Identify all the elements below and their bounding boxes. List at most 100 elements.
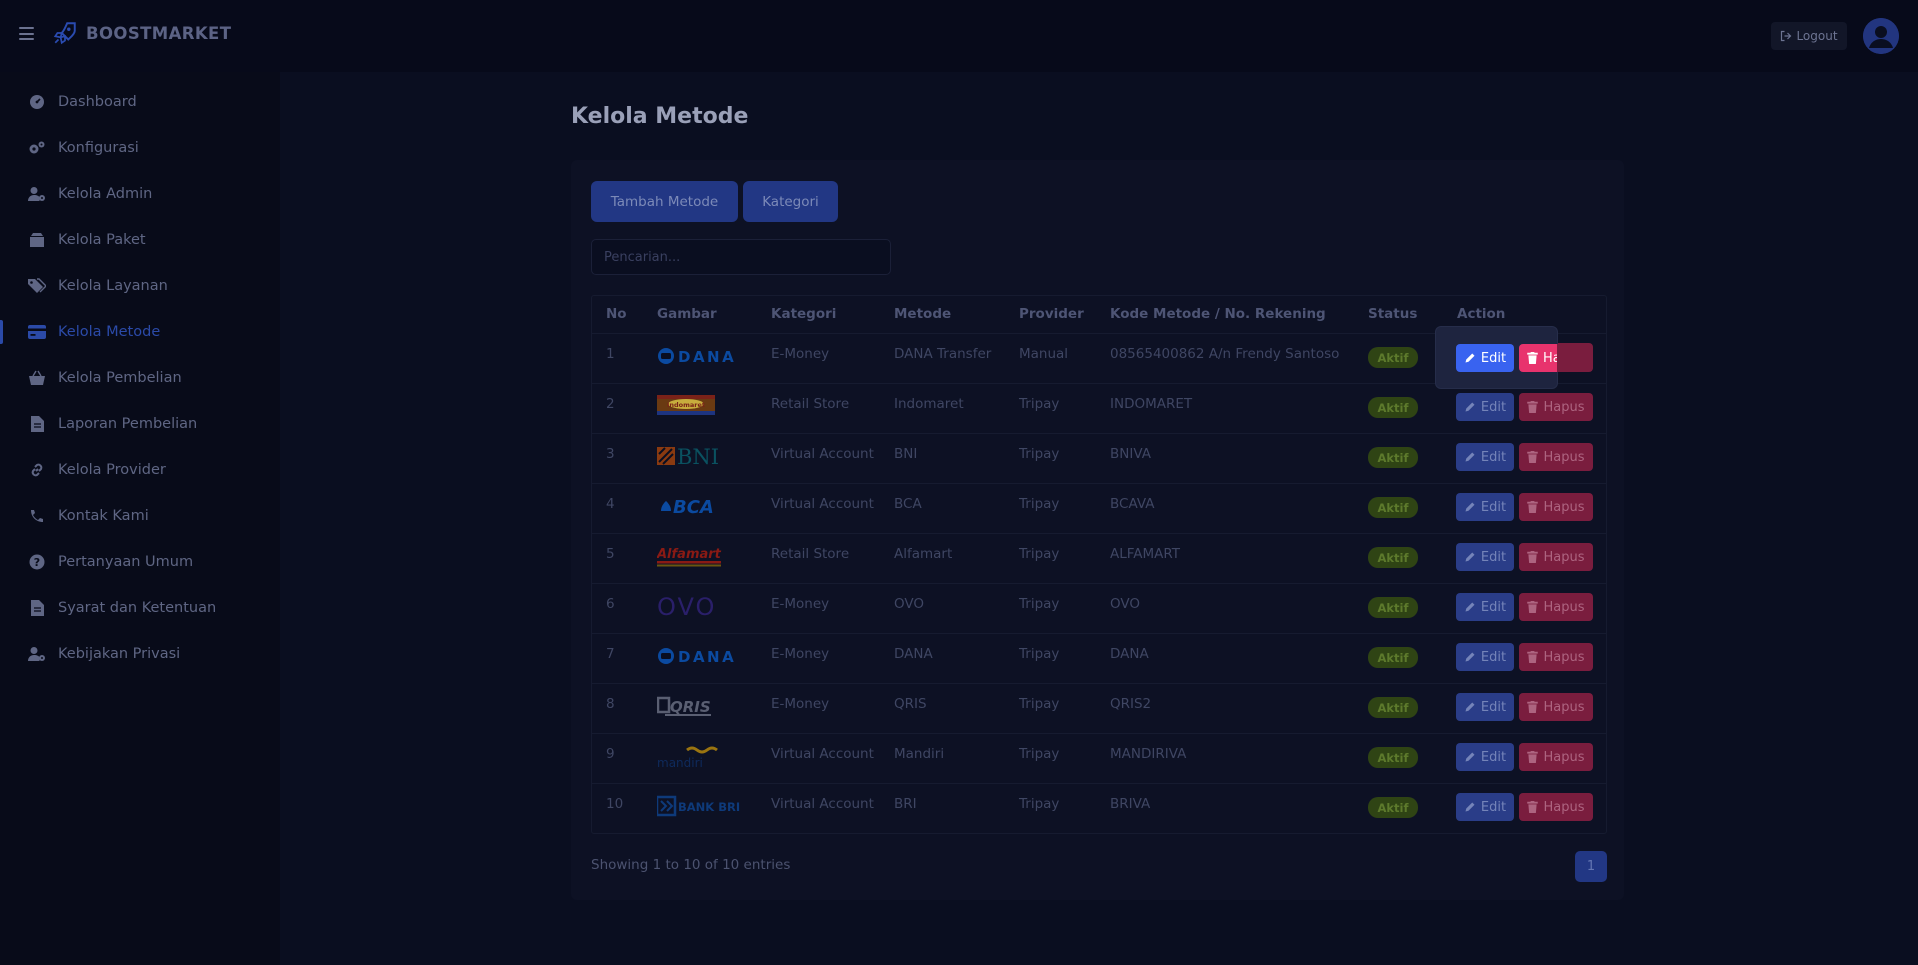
sidebar-item-syarat-ketentuan[interactable]: Syarat dan Ketentuan [0,588,280,628]
cell-method: BRI [894,796,917,812]
menu-toggle-icon[interactable] [19,27,34,40]
edit-button[interactable]: Edit [1456,543,1514,571]
sidebar-item-kelola-metode[interactable]: Kelola Metode [0,312,280,352]
status-badge: Aktif [1368,397,1418,418]
edit-button[interactable]: Edit [1456,443,1514,471]
box-icon [28,231,46,249]
search-input[interactable] [591,239,891,275]
cell-provider: Tripay [1019,446,1060,462]
sidebar-item-laporan-pembelian[interactable]: Laporan Pembelian [0,404,280,444]
mandiri-logo: mandiri [657,746,718,770]
sidebar-item-kelola-pembelian[interactable]: Kelola Pembelian [0,358,280,398]
delete-button[interactable]: Hapus [1519,693,1593,721]
column-header: Gambar [657,306,717,322]
delete-button[interactable]: Hapus [1519,393,1593,421]
sidebar-item-konfigurasi[interactable]: Konfigurasi [0,128,280,168]
edit-label: Edit [1480,549,1507,565]
cell-no: 10 [606,796,624,812]
delete-label: Hapus [1543,699,1585,715]
cell-provider: Tripay [1019,496,1060,512]
trash-icon [1527,601,1539,613]
edit-button[interactable]: Edit [1456,344,1514,372]
column-header: Provider [1019,306,1084,322]
delete-button[interactable]: Hapus [1519,344,1557,372]
trash-icon [1527,801,1539,813]
cell-no: 3 [606,446,615,462]
pencil-icon [1465,402,1475,412]
sidebar-item-kelola-provider[interactable]: Kelola Provider [0,450,280,490]
brand[interactable]: BOOSTMARKET [52,20,231,46]
delete-button[interactable]: Hapus [1519,593,1593,621]
edit-button[interactable]: Edit [1456,593,1514,621]
pencil-icon [1465,552,1475,562]
sidebar-item-pertanyaan-umum[interactable]: ? Pertanyaan Umum [0,542,280,582]
edit-label: Edit [1480,649,1507,665]
cell-no: 7 [606,646,615,662]
cell-code: BRIVA [1110,796,1151,812]
edit-button[interactable]: Edit [1456,493,1514,521]
sidebar-item-kelola-admin[interactable]: Kelola Admin [0,174,280,214]
delete-button[interactable]: Hapus [1519,793,1593,821]
status-badge: Aktif [1368,447,1418,468]
svg-text:OVO: OVO [657,593,716,620]
status-badge: Aktif [1368,347,1418,368]
avatar[interactable] [1863,18,1899,54]
alfamart-logo: Alfamart [657,547,722,567]
add-method-button[interactable]: Tambah Metode [591,181,738,222]
sidebar-item-dashboard[interactable]: Dashboard [0,82,280,122]
user-gear-icon [28,645,46,663]
phone-icon [28,507,46,525]
edit-label: Edit [1480,799,1507,815]
sidebar-item-kontak-kami[interactable]: Kontak Kami [0,496,280,536]
delete-button[interactable]: Hapus [1519,643,1593,671]
cell-no: 1 [606,346,615,362]
sidebar-item-kebijakan-privasi[interactable]: Kebijakan Privasi [0,634,280,674]
delete-button-tail[interactable] [1557,344,1593,372]
cell-provider: Tripay [1019,596,1060,612]
edit-button[interactable]: Edit [1456,743,1514,771]
logout-button[interactable]: Logout [1771,22,1847,50]
table-row: 3 BNI Virtual Account BNI Tripay BNIVA A… [592,433,1606,483]
status-badge: Aktif [1368,597,1418,618]
sidebar-item-kelola-paket[interactable]: Kelola Paket [0,220,280,260]
sidebar-item-label: Dashboard [58,94,137,110]
sidebar-item-kelola-layanan[interactable]: Kelola Layanan [0,266,280,306]
svg-text:Alfamart: Alfamart [657,547,722,562]
cell-category: E-Money [771,646,830,662]
user-icon [1863,18,1899,54]
delete-button[interactable]: Hapus [1519,443,1593,471]
dana-logo: DANA [658,348,734,366]
pagination-page-1[interactable]: 1 [1575,851,1607,882]
table-row: 6 OVO E-Money OVO Tripay OVO Aktif [592,583,1606,633]
status-badge: Aktif [1368,797,1418,818]
delete-button[interactable]: Hapus [1519,543,1593,571]
delete-label: Hapus [1543,449,1585,465]
file-icon [28,415,46,433]
delete-button[interactable]: Hapus [1519,493,1593,521]
cell-provider: Tripay [1019,746,1060,762]
status-badge: Aktif [1368,647,1418,668]
pencil-icon [1465,502,1475,512]
cell-method: QRIS [894,696,927,712]
bni-logo: BNI [657,445,719,469]
svg-text:BNI: BNI [677,445,719,469]
cell-provider: Tripay [1019,646,1060,662]
question-icon: ? [28,553,46,571]
svg-text:mandiri: mandiri [657,756,703,770]
category-button[interactable]: Kategori [743,181,838,222]
cell-code: OVO [1110,596,1141,612]
edit-button[interactable]: Edit [1456,643,1514,671]
edit-label: Edit [1480,499,1507,515]
cell-method: DANA Transfer [894,346,992,362]
edit-button[interactable]: Edit [1456,393,1514,421]
table-row: 4 BCA Virtual Account BCA Tripay BCAVA A… [592,483,1606,533]
brand-name: BOOSTMARKET [86,23,232,43]
edit-label: Edit [1480,599,1507,615]
sidebar-item-label: Pertanyaan Umum [58,554,194,570]
edit-button[interactable]: Edit [1456,793,1514,821]
column-header: Kode Metode / No. Rekening [1110,306,1326,322]
table-row: 10 BANK BRI Virtual Account BRI Tripay B… [592,783,1606,833]
delete-button[interactable]: Hapus [1519,743,1593,771]
cell-no: 8 [606,696,615,712]
edit-button[interactable]: Edit [1456,693,1514,721]
